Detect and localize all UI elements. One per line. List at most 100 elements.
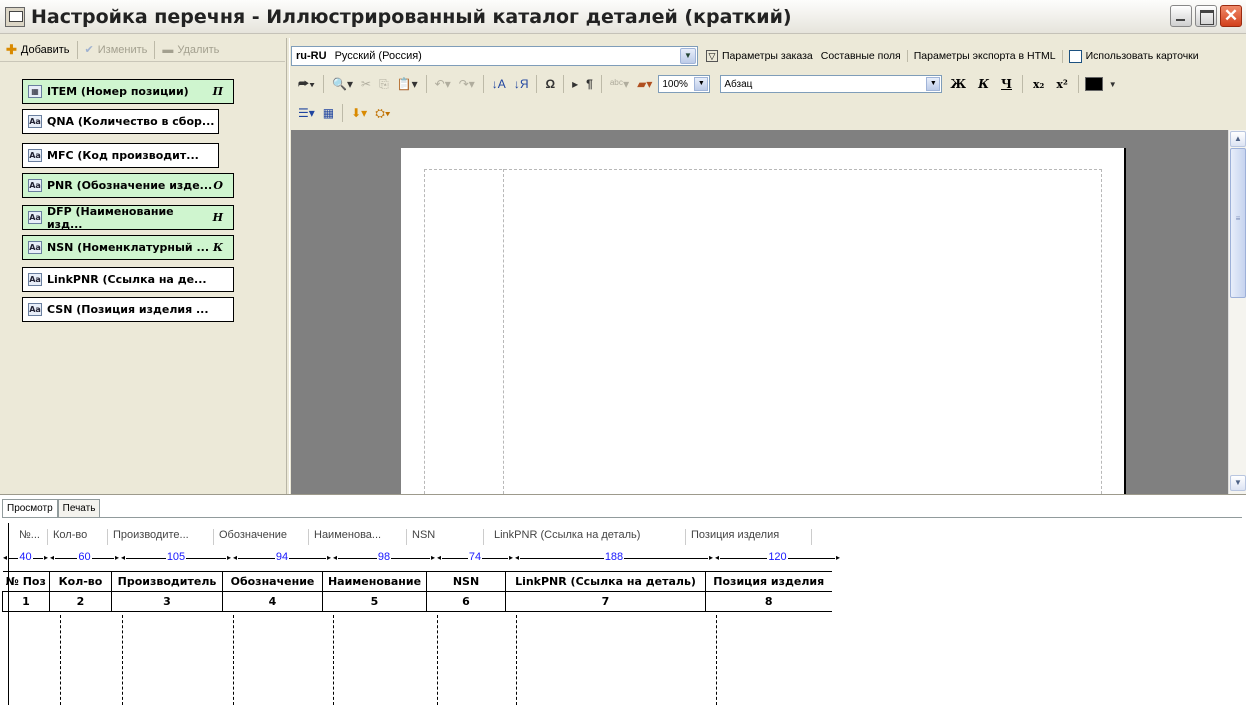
bold-button[interactable]: Ж — [946, 77, 970, 91]
field-label: CSN (Позиция изделия ... — [47, 303, 209, 316]
cut-icon[interactable]: ✂ — [359, 77, 373, 91]
scroll-down-icon[interactable]: ▼ — [1230, 475, 1246, 491]
column-header[interactable]: LinkPNR (Ссылка на деталь) — [484, 529, 686, 545]
superscript-button[interactable]: x² — [1052, 78, 1071, 91]
field-mark: К — [212, 241, 223, 254]
table-cell: NSN — [426, 571, 506, 592]
scroll-thumb[interactable]: ≡ — [1230, 148, 1246, 298]
paragraph-style-select[interactable]: Абзац ▼ — [720, 75, 943, 93]
table-cell: 2 — [49, 591, 112, 612]
column-header[interactable]: Производите... — [108, 529, 214, 545]
paragraph-icon[interactable]: ¶ — [584, 77, 595, 91]
redo-icon[interactable]: ↷▾ — [457, 77, 477, 91]
page-margin-guide — [503, 169, 504, 494]
table-cell: 6 — [426, 591, 506, 612]
insert-arrow-icon[interactable]: ⬇▾ — [349, 106, 369, 120]
tab-divider — [2, 517, 1242, 518]
column-width-marker[interactable]: ◂ 40 ▸ — [2, 551, 49, 565]
toolbar-separator — [600, 75, 602, 93]
table-icon[interactable]: ▦ — [321, 106, 336, 120]
column-width-marker[interactable]: ◂ 60 ▸ — [49, 551, 120, 565]
field-mark: О — [213, 179, 223, 192]
select-cursor-icon[interactable]: ▸ — [570, 77, 580, 91]
image-icon[interactable]: ⛭▾ — [373, 106, 392, 121]
insert-field-icon[interactable]: ⮫▾ — [296, 77, 317, 92]
font-color-icon[interactable] — [1084, 77, 1103, 91]
minimize-button[interactable] — [1170, 5, 1192, 27]
field-item[interactable]: Aa PNR (Обозначение изде... О — [22, 173, 234, 198]
chevron-down-icon[interactable]: ▼ — [926, 77, 941, 91]
field-item[interactable]: Aa LinkPNR (Ссылка на де... — [22, 267, 234, 292]
composite-fields-button[interactable]: Составные поля — [821, 50, 901, 62]
text-field-icon: Aa — [28, 241, 42, 254]
sort-descending-icon[interactable]: ↓Я — [512, 77, 531, 91]
column-header[interactable]: Наименова... — [309, 529, 407, 545]
fields-toolbar: ✚ Добавить ✔ Изменить ▬ Удалить — [0, 38, 285, 62]
preview-panel: Просмотр Печать №... Кол-во Производите.… — [0, 494, 1246, 708]
list-field-icon: ▦ — [28, 85, 42, 98]
table-cell: 7 — [505, 591, 706, 612]
chevron-down-icon[interactable]: ▼ — [680, 48, 696, 64]
field-item[interactable]: Aa CSN (Позиция изделия ... — [22, 297, 234, 322]
column-header[interactable]: Обозначение — [214, 529, 309, 545]
export-html-button[interactable]: Параметры экспорта в HTML — [906, 50, 1056, 62]
add-icon: ✚ — [6, 41, 17, 57]
sort-ascending-icon[interactable]: ↓A — [490, 77, 508, 91]
field-item[interactable]: Aa QNA (Количество в сбор... — [22, 109, 219, 134]
field-item[interactable]: ▦ ITEM (Номер позиции) П — [22, 79, 234, 104]
checkbox-icon[interactable] — [1068, 49, 1082, 63]
chevron-down-icon[interactable]: ▼ — [1107, 80, 1119, 89]
bottom-tabs: Просмотр Печать — [2, 499, 101, 517]
add-button[interactable]: ✚ Добавить — [0, 40, 76, 60]
tab-preview[interactable]: Просмотр — [2, 499, 58, 517]
order-params-button[interactable]: ▽ Параметры заказа — [706, 50, 813, 62]
italic-button[interactable]: К — [974, 77, 993, 91]
column-width-marker[interactable]: ◂ 120 ▸ — [714, 551, 841, 565]
editor-area[interactable] — [291, 130, 1228, 494]
column-header[interactable]: Кол-во — [48, 529, 108, 545]
delete-button[interactable]: ▬ Удалить — [156, 40, 225, 60]
column-header[interactable]: Позиция изделия — [686, 529, 812, 545]
column-width-marker[interactable]: ◂ 94 ▸ — [232, 551, 332, 565]
field-item[interactable]: Aa NSN (Номенклатурный ... К — [22, 235, 234, 260]
subscript-button[interactable]: x₂ — [1029, 78, 1048, 91]
column-width-marker[interactable]: ◂ 98 ▸ — [332, 551, 436, 565]
column-width-marker[interactable]: ◂ 105 ▸ — [120, 551, 232, 565]
zoom-select[interactable]: 100% ▼ — [658, 75, 711, 93]
toolbar-separator — [154, 40, 156, 59]
table-cell: Кол-во — [49, 571, 112, 592]
chevron-down-icon[interactable]: ▼ — [694, 77, 709, 91]
language-select[interactable]: ru-RU Русский (Россия) ▼ — [291, 46, 698, 66]
window-title: Настройка перечня - Иллюстрированный кат… — [31, 5, 792, 28]
symbol-icon[interactable]: Ω — [543, 77, 557, 91]
field-item[interactable]: Aa DFP (Наименование изд... Н — [22, 205, 234, 231]
use-cards-checkbox[interactable]: Использовать карточки — [1061, 49, 1199, 63]
toolbar-separator — [425, 75, 427, 93]
tab-print[interactable]: Печать — [57, 499, 101, 517]
table-cell: Производитель — [111, 571, 223, 592]
undo-icon[interactable]: ↶▾ — [433, 77, 453, 91]
bullet-list-icon[interactable]: ☰▾ — [296, 106, 317, 120]
document-page[interactable] — [401, 148, 1126, 494]
find-icon[interactable]: 🔍▾ — [330, 77, 355, 91]
column-header[interactable]: NSN — [407, 529, 484, 545]
maximize-button[interactable] — [1195, 5, 1217, 27]
highlight-icon[interactable]: ▰▾ — [635, 77, 654, 91]
close-button[interactable]: ✕ — [1220, 5, 1242, 27]
copy-icon[interactable]: ⎘ — [377, 77, 391, 92]
field-label: ITEM (Номер позиции) — [47, 85, 189, 98]
scroll-up-icon[interactable]: ▲ — [1230, 131, 1246, 147]
field-mark: П — [212, 85, 223, 98]
column-width-marker[interactable]: ◂ 74 ▸ — [436, 551, 514, 565]
column-width-marker[interactable]: ◂ 188 ▸ — [514, 551, 714, 565]
preview-table: № Поз Кол-во Производитель Обозначение Н… — [2, 571, 832, 612]
vertical-splitter[interactable] — [286, 38, 290, 494]
column-header[interactable]: №... — [14, 529, 48, 545]
edit-button[interactable]: ✔ Изменить — [79, 40, 154, 60]
underline-button[interactable]: Ч — [997, 77, 1016, 91]
spellcheck-icon[interactable]: ᵃᵇᶜ▾ — [608, 77, 631, 91]
table-cell: 5 — [322, 591, 427, 612]
paste-icon[interactable]: 📋▾ — [395, 77, 420, 91]
field-item[interactable]: Aa MFC (Код производит... — [22, 143, 219, 168]
vertical-scrollbar[interactable]: ▲ ≡ ▼ — [1228, 130, 1246, 494]
